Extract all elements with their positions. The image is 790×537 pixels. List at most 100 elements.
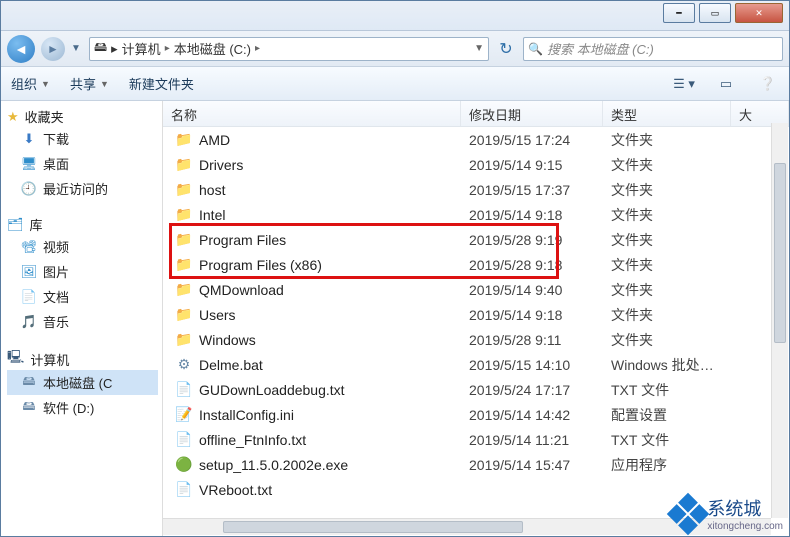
- sidebar-item-downloads[interactable]: ⬇下载: [7, 126, 158, 151]
- file-name: Windows: [199, 332, 256, 348]
- file-name: AMD: [199, 132, 230, 148]
- video-icon: 📽: [21, 239, 37, 255]
- sidebar-item-recent[interactable]: 🕘最近访问的: [7, 176, 158, 201]
- exe-icon: 🟢: [175, 456, 193, 474]
- refresh-button[interactable]: ↻: [495, 39, 517, 59]
- maximize-button[interactable]: ▭: [699, 3, 731, 23]
- sidebar-item-music[interactable]: 🎵音乐: [7, 309, 158, 334]
- close-button[interactable]: ✕: [735, 3, 783, 23]
- file-row[interactable]: 🟢setup_11.5.0.2002e.exe2019/5/14 15:47应用…: [163, 452, 789, 477]
- vertical-scrollbar[interactable]: [771, 123, 788, 518]
- file-row[interactable]: 📝InstallConfig.ini2019/5/14 14:42配置设置: [163, 402, 789, 427]
- column-headers: 名称 修改日期 类型 大: [163, 101, 789, 127]
- file-modified: 2019/5/14 9:18: [461, 307, 603, 323]
- help-button[interactable]: ❔: [757, 76, 779, 92]
- file-row[interactable]: 📁AMD2019/5/15 17:24文件夹: [163, 127, 789, 152]
- file-list-pane: 名称 修改日期 类型 大 📁AMD2019/5/15 17:24文件夹📁Driv…: [163, 101, 789, 536]
- file-row[interactable]: 📁Program Files2019/5/28 9:19文件夹: [163, 227, 789, 252]
- view-options-button[interactable]: ☰ ▾: [673, 76, 695, 92]
- folder-icon: 📁: [175, 231, 193, 249]
- txt-icon: 📄: [175, 481, 193, 499]
- sidebar-item-videos[interactable]: 📽视频: [7, 234, 158, 259]
- sidebar-libraries-header[interactable]: 🗂库: [7, 215, 158, 234]
- navigation-sidebar: ★收藏夹 ⬇下载 🖥桌面 🕘最近访问的 🗂库 📽视频 🖼图片 📄文档 🎵音乐 🖳…: [1, 101, 163, 536]
- file-name: Program Files: [199, 232, 286, 248]
- file-name: Delme.bat: [199, 357, 263, 373]
- file-modified: 2019/5/14 9:18: [461, 207, 603, 223]
- search-placeholder: 搜索 本地磁盘 (C:): [547, 39, 654, 58]
- share-menu[interactable]: 共享▼: [70, 74, 109, 93]
- file-name: offline_FtnInfo.txt: [199, 432, 306, 448]
- libraries-icon: 🗂: [7, 217, 24, 233]
- address-dropdown-icon[interactable]: ▼: [474, 43, 484, 54]
- file-type: TXT 文件: [603, 380, 731, 400]
- scrollbar-thumb[interactable]: [774, 163, 786, 343]
- file-type: 文件夹: [603, 155, 731, 175]
- drive-icon: 🖴: [94, 38, 107, 60]
- hdd-icon: 🖴: [21, 375, 37, 391]
- sidebar-item-pictures[interactable]: 🖼图片: [7, 259, 158, 284]
- sidebar-item-drive-c[interactable]: 🖴本地磁盘 (C: [7, 370, 158, 395]
- sidebar-item-documents[interactable]: 📄文档: [7, 284, 158, 309]
- file-modified: 2019/5/28 9:11: [461, 332, 603, 348]
- file-row[interactable]: 📄offline_FtnInfo.txt2019/5/14 11:21TXT 文…: [163, 427, 789, 452]
- star-icon: ★: [7, 109, 19, 125]
- sidebar-item-drive-d[interactable]: 🖴软件 (D:): [7, 395, 158, 420]
- folder-icon: 📁: [175, 306, 193, 324]
- file-name: setup_11.5.0.2002e.exe: [199, 457, 348, 473]
- file-type: 文件夹: [603, 130, 731, 150]
- folder-icon: 📁: [175, 181, 193, 199]
- file-modified: 2019/5/28 9:18: [461, 257, 603, 273]
- address-bar[interactable]: 🖴 ▸ 计算机▸ 本地磁盘 (C:)▸ ▼: [89, 37, 489, 61]
- folder-icon: 📁: [175, 131, 193, 149]
- nav-forward-button[interactable]: ►: [41, 37, 65, 61]
- pictures-icon: 🖼: [21, 264, 37, 280]
- column-header-type[interactable]: 类型: [603, 101, 731, 126]
- file-type: TXT 文件: [603, 430, 731, 450]
- minimize-button[interactable]: ━: [663, 3, 695, 23]
- file-row[interactable]: 📁Windows2019/5/28 9:11文件夹: [163, 327, 789, 352]
- file-row[interactable]: 📁host2019/5/15 17:37文件夹: [163, 177, 789, 202]
- sidebar-item-desktop[interactable]: 🖥桌面: [7, 151, 158, 176]
- folder-icon: 📁: [175, 206, 193, 224]
- sidebar-computer-header[interactable]: 🖳计算机: [7, 348, 158, 370]
- downloads-icon: ⬇: [21, 131, 37, 147]
- file-row[interactable]: 📁Users2019/5/14 9:18文件夹: [163, 302, 789, 327]
- nav-back-button[interactable]: ◄: [7, 35, 35, 63]
- file-type: 文件夹: [603, 205, 731, 225]
- folder-icon: 📁: [175, 256, 193, 274]
- sidebar-favorites-header[interactable]: ★收藏夹: [7, 107, 158, 126]
- folder-icon: 📁: [175, 156, 193, 174]
- file-row[interactable]: 📁Intel2019/5/14 9:18文件夹: [163, 202, 789, 227]
- music-icon: 🎵: [21, 314, 37, 330]
- file-modified: 2019/5/14 11:21: [461, 432, 603, 448]
- ini-icon: 📝: [175, 406, 193, 424]
- scrollbar-thumb[interactable]: [223, 521, 523, 533]
- file-row[interactable]: 📁Program Files (x86)2019/5/28 9:18文件夹: [163, 252, 789, 277]
- file-row[interactable]: 📁Drivers2019/5/14 9:15文件夹: [163, 152, 789, 177]
- file-name: Drivers: [199, 157, 243, 173]
- file-type: 配置设置: [603, 405, 731, 425]
- breadcrumb-drive[interactable]: 本地磁盘 (C:): [174, 39, 251, 58]
- file-name: InstallConfig.ini: [199, 407, 294, 423]
- watermark: 系统城 xitongcheng.com: [673, 495, 783, 532]
- search-input[interactable]: 🔍 搜索 本地磁盘 (C:): [523, 37, 783, 61]
- column-header-modified[interactable]: 修改日期: [461, 101, 603, 126]
- nav-history-dropdown[interactable]: ▼: [71, 43, 83, 54]
- desktop-icon: 🖥: [21, 156, 37, 172]
- new-folder-button[interactable]: 新建文件夹: [129, 74, 194, 93]
- file-row[interactable]: 📄GUDownLoaddebug.txt2019/5/24 17:17TXT 文…: [163, 377, 789, 402]
- bat-icon: ⚙: [175, 356, 193, 374]
- file-row[interactable]: ⚙Delme.bat2019/5/15 14:10Windows 批处理...: [163, 352, 789, 377]
- breadcrumb-sep-icon: ▸: [255, 43, 260, 54]
- breadcrumb-sep-icon: ▸: [165, 43, 170, 54]
- file-name: host: [199, 182, 225, 198]
- column-header-name[interactable]: 名称: [163, 101, 461, 126]
- txt-icon: 📄: [175, 381, 193, 399]
- file-modified: 2019/5/15 17:37: [461, 182, 603, 198]
- folder-icon: 📁: [175, 281, 193, 299]
- file-row[interactable]: 📁QMDownload2019/5/14 9:40文件夹: [163, 277, 789, 302]
- organize-menu[interactable]: 组织▼: [11, 74, 50, 93]
- preview-pane-button[interactable]: ▭: [715, 76, 737, 92]
- breadcrumb-computer[interactable]: 计算机: [122, 39, 161, 58]
